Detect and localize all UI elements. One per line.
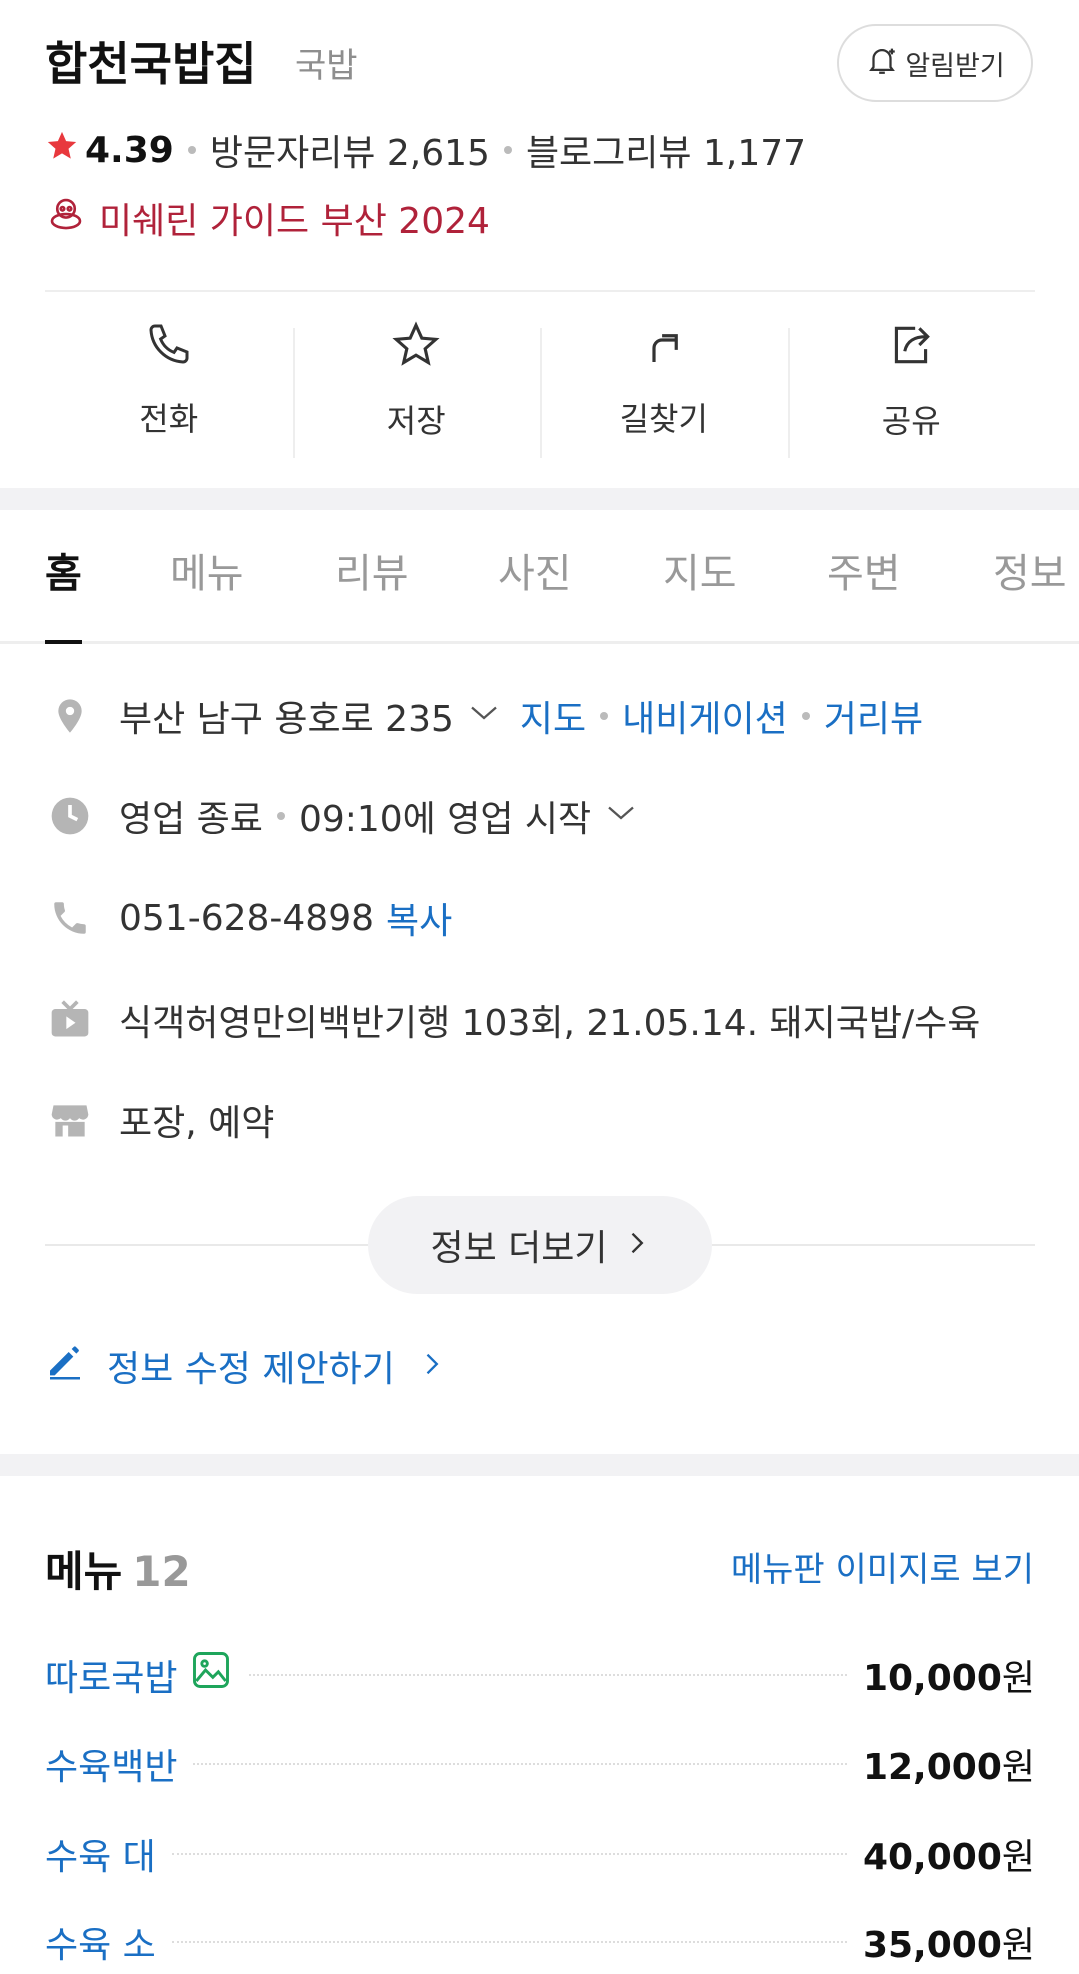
more-info-button[interactable]: 정보 더보기: [368, 1196, 712, 1294]
opening-time: 09:10에 영업 시작: [298, 799, 592, 840]
michelin-badge[interactable]: 미쉐린 가이드 부산 2024: [45, 192, 490, 244]
chevron-down-icon[interactable]: [603, 794, 639, 839]
rating-row: 4.39 방문자리뷰 2,615 블로그리뷰 1,177: [45, 124, 806, 176]
suggest-edit-label: 정보 수정 제안하기: [107, 1349, 395, 1390]
tab-home[interactable]: 홈: [45, 514, 82, 644]
place-title: 합천국밥집: [45, 37, 257, 91]
dotted-leader: [171, 1941, 847, 1943]
menu-item[interactable]: 따로국밥 10,000원: [45, 1648, 1035, 1701]
menu-item-price: 12,000원: [862, 1747, 1035, 1788]
menu-section-title: 메뉴 12: [45, 1538, 191, 1599]
call-label: 전화: [139, 400, 199, 438]
phone-row: 051-628-4898 복사: [45, 892, 452, 944]
menu-item-name: 수육 소: [45, 1925, 156, 1966]
share-button[interactable]: 공유: [787, 320, 1036, 460]
directions-label: 길찾기: [619, 400, 708, 438]
menu-item[interactable]: 수육 소 35,000원: [45, 1916, 1035, 1968]
services-text: 포장, 예약: [119, 1103, 275, 1144]
notify-label: 알림받기: [905, 50, 1005, 82]
address-row: 부산 남구 용호로 235 지도 내비게이션 거리뷰: [45, 690, 923, 742]
star-filled-icon: [45, 129, 79, 172]
place-category: 국밥: [295, 46, 358, 86]
menu-item-name: 수육 대: [45, 1837, 156, 1878]
separator-dot: [600, 712, 609, 720]
section-gap: [0, 1454, 1079, 1476]
phone-number[interactable]: 051-628-4898: [119, 898, 374, 939]
tab-info[interactable]: 정보: [993, 514, 1067, 641]
clock-icon: [45, 791, 95, 841]
menu-item[interactable]: 수육 대 40,000원: [45, 1828, 1035, 1880]
phone-icon: [145, 320, 193, 376]
pencil-icon: [45, 1342, 85, 1391]
menu-title: 메뉴: [45, 1547, 123, 1596]
chevron-right-icon: [417, 1346, 445, 1387]
menu-image-link[interactable]: 메뉴판 이미지로 보기: [731, 1542, 1034, 1591]
separator-dot: [187, 146, 196, 154]
save-label: 저장: [386, 402, 446, 440]
tab-photo[interactable]: 사진: [498, 514, 572, 641]
action-bar: 전화 저장 길찾기 공유: [45, 320, 1035, 460]
michelin-label: 미쉐린 가이드 부산 2024: [99, 201, 490, 242]
share-icon: [886, 320, 936, 378]
tv-appearance-text: 식객허영만의백반기행 103회, 21.05.14. 돼지국밥/수육: [119, 1003, 981, 1044]
tab-menu[interactable]: 메뉴: [170, 514, 244, 641]
save-button[interactable]: 저장: [292, 320, 541, 460]
services-row: 포장, 예약: [45, 1094, 274, 1146]
menu-item[interactable]: 수육백반 12,000원: [45, 1738, 1035, 1790]
photo-icon: [189, 1648, 233, 1701]
dotted-leader: [193, 1763, 847, 1765]
notify-button[interactable]: 알림받기: [837, 24, 1033, 102]
call-button[interactable]: 전화: [45, 320, 293, 460]
menu-count: 12: [132, 1547, 191, 1596]
dotted-leader: [171, 1853, 847, 1855]
menu-item-name: 따로국밥: [45, 1657, 178, 1699]
michelin-icon: [45, 193, 87, 244]
address-text: 부산 남구 용호로 235: [119, 699, 454, 740]
tab-review[interactable]: 리뷰: [335, 514, 409, 641]
street-view-link[interactable]: 거리뷰: [824, 690, 923, 742]
visitor-reviews-link[interactable]: 방문자리뷰 2,615: [210, 124, 490, 176]
more-info-label: 정보 더보기: [430, 1228, 608, 1269]
separator-dot: [276, 812, 285, 820]
menu-item-name: 수육백반: [45, 1747, 178, 1788]
bell-plus-icon: [865, 43, 899, 84]
divider: [45, 290, 1035, 292]
share-label: 공유: [881, 402, 941, 440]
star-outline-icon: [391, 320, 441, 378]
separator-dot: [801, 712, 810, 720]
navigation-link[interactable]: 내비게이션: [622, 690, 788, 742]
phone-icon: [45, 893, 95, 943]
menu-item-price: 40,000원: [862, 1837, 1035, 1878]
hours-row[interactable]: 영업 종료 09:10에 영업 시작: [45, 790, 639, 842]
tv-icon: [45, 995, 95, 1045]
business-status: 영업 종료: [119, 799, 263, 840]
copy-link[interactable]: 복사: [386, 892, 452, 944]
tv-row: 식객허영만의백반기행 103회, 21.05.14. 돼지국밥/수육: [45, 994, 980, 1046]
menu-item-price: 35,000원: [862, 1925, 1035, 1966]
section-gap: [0, 488, 1079, 510]
chevron-right-icon: [622, 1225, 650, 1266]
directions-icon: [640, 320, 688, 376]
store-icon: [45, 1095, 95, 1145]
rating-score: 4.39: [85, 129, 174, 171]
tab-bar: 홈 메뉴 리뷰 사진 지도 주변 정보: [0, 514, 1079, 644]
dotted-leader: [249, 1673, 847, 1676]
suggest-edit-link[interactable]: 정보 수정 제안하기: [45, 1340, 445, 1392]
tab-map[interactable]: 지도: [663, 514, 737, 641]
tab-nearby[interactable]: 주변: [827, 514, 901, 641]
separator-dot: [503, 146, 512, 154]
directions-button[interactable]: 길찾기: [540, 320, 788, 460]
map-link[interactable]: 지도: [520, 690, 586, 742]
chevron-down-icon[interactable]: [466, 694, 502, 739]
menu-item-price: 10,000원: [862, 1657, 1035, 1699]
location-pin-icon: [45, 691, 95, 741]
blog-reviews-link[interactable]: 블로그리뷰 1,177: [526, 124, 806, 176]
